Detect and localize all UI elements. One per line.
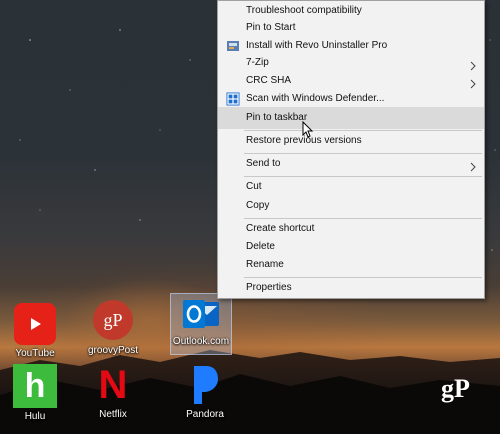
desktop-icon-label: Netflix <box>99 409 127 420</box>
groovypost-watermark: gP <box>441 374 470 403</box>
desktop-icon-groovypost[interactable]: gP groovyPost <box>78 300 148 356</box>
mouse-cursor-icon <box>302 121 314 138</box>
desktop-icon-label: Pandora <box>186 409 224 420</box>
desktop-icon-hulu[interactable]: h Hulu <box>0 364 70 422</box>
youtube-icon <box>14 303 56 345</box>
desktop-icon-label: YouTube <box>15 348 55 359</box>
menu-item-copy[interactable]: Copy <box>218 195 484 217</box>
chevron-right-icon <box>470 58 476 71</box>
menu-item-restore-previous-versions[interactable]: Restore previous versions <box>218 130 484 152</box>
hulu-icon: h <box>13 364 57 408</box>
pandora-icon <box>184 364 226 406</box>
menu-item-rename[interactable]: Rename <box>218 254 484 276</box>
desktop-icon-outlook[interactable]: Outlook.com <box>170 293 232 355</box>
netflix-icon: N <box>98 363 128 407</box>
menu-item-pin-to-taskbar[interactable]: Pin to taskbar <box>218 107 484 129</box>
desktop: YouTube gP groovyPost Outlook.com h Hulu… <box>0 0 500 434</box>
menu-item-properties[interactable]: Properties <box>218 277 484 299</box>
context-menu: Troubleshoot compatibility Pin to Start … <box>217 0 485 299</box>
groovypost-icon: gP <box>93 300 133 340</box>
desktop-icon-youtube[interactable]: YouTube <box>0 303 70 359</box>
chevron-right-icon <box>470 76 476 89</box>
desktop-icon-pandora[interactable]: Pandora <box>170 364 240 420</box>
outlook-icon <box>181 296 221 334</box>
windows-defender-icon <box>226 92 240 106</box>
desktop-icon-label: Outlook.com <box>172 336 230 347</box>
desktop-icon-label: Hulu <box>24 411 46 422</box>
menu-item-send-to[interactable]: Send to <box>218 153 484 175</box>
mountain-silhouette <box>0 350 500 434</box>
revo-uninstaller-icon <box>226 39 240 53</box>
desktop-icon-netflix[interactable]: N Netflix <box>78 364 148 420</box>
desktop-icon-label: groovyPost <box>87 345 139 356</box>
chevron-right-icon <box>470 159 476 172</box>
